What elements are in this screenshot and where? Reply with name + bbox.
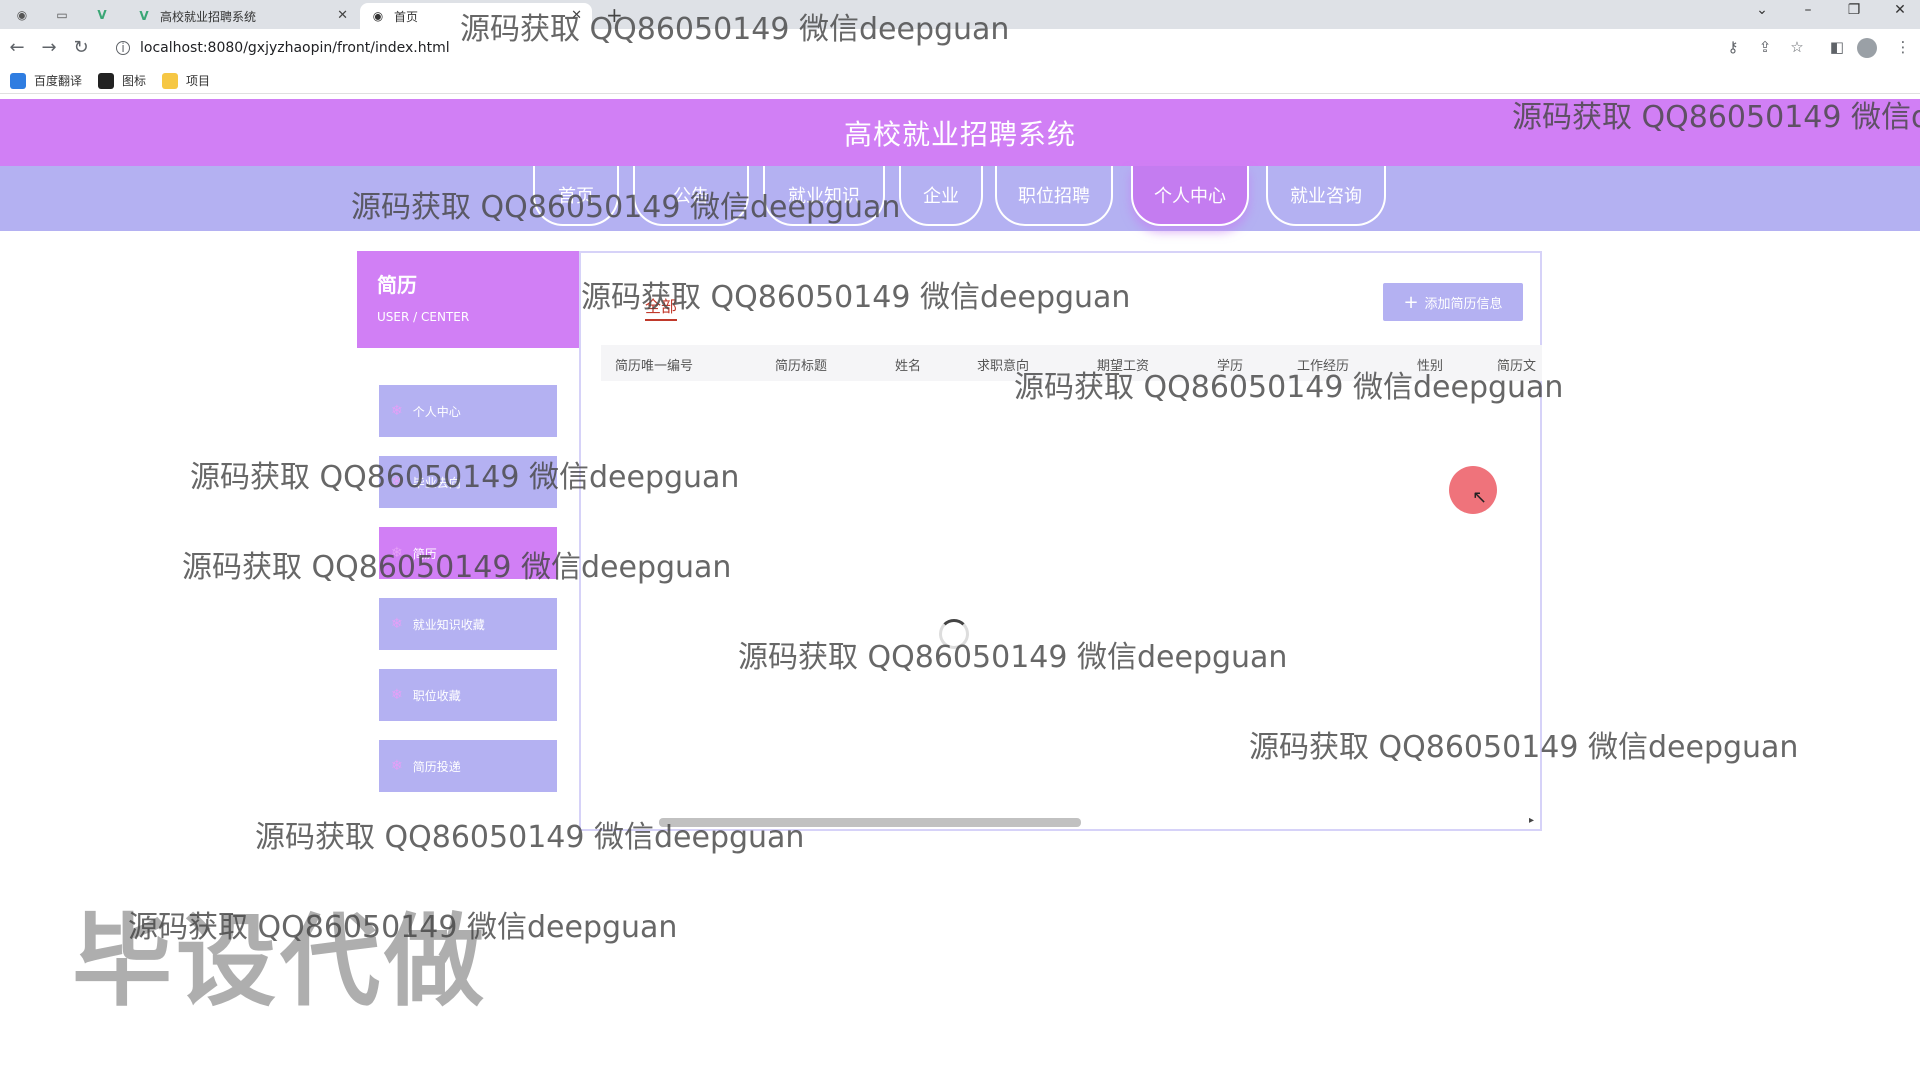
window-close-icon[interactable]: ✕ [1880,2,1920,18]
watermark: 源码获取 QQ86050149 微信deepguan [182,550,732,585]
add-resume-button[interactable]: + 添加简历信息 [1383,283,1523,321]
url-text: localhost:8080/gxjyzhaopin/front/index.h… [140,40,450,56]
watermark: 源码获取 QQ86050149 微信deepguan [738,640,1288,675]
main-nav: 首页 公告 就业知识 企业 职位招聘 个人中心 就业咨询 [0,166,1920,231]
bookmarks-bar: 百度翻译 图标 项目 [0,66,1920,94]
close-icon[interactable]: ✕ [337,8,348,23]
sidebar-item-label: 简历投递 [412,759,461,774]
sidebar-item-label: 就业知识收藏 [412,617,485,632]
watermark: 源码获取 QQ86050149 微信deepguan [255,820,805,855]
watermark: 源码获取 QQ86050149 微信deepguan [460,12,1010,47]
star-icon[interactable]: ☆ [1786,38,1808,56]
restore-icon[interactable]: ❐ [1834,2,1874,18]
sidebar-item-knowledge-favorites[interactable]: ❄ 就业知识收藏 [378,597,558,651]
chevron-down-icon[interactable]: ⌄ [1742,2,1782,18]
bookmark-baidu-translate[interactable]: 百度翻译 [10,72,82,89]
sidebar-item-label: 个人中心 [412,404,461,419]
snowflake-icon: ❄ [391,687,403,703]
snowflake-icon: ❄ [391,403,403,419]
minimize-icon[interactable]: – [1788,2,1828,18]
watermark: 源码获取 QQ86050149 微信deepguan [581,280,1131,315]
nav-job-recruitment[interactable]: 职位招聘 [995,166,1113,226]
sidebar-item-personal-center[interactable]: ❄ 个人中心 [378,384,558,438]
nav-company[interactable]: 企业 [899,166,983,226]
bookmark-label: 图标 [122,74,147,88]
tab-system[interactable]: V 高校就业招聘系统 ✕ [126,3,358,29]
key-icon[interactable]: ⚷ [1722,38,1744,56]
scroll-right-icon[interactable]: ▸ [1529,815,1534,826]
column-header: 姓名 [895,359,922,374]
blank-tab-icon[interactable]: ▭ [48,4,76,26]
forward-icon[interactable]: → [38,37,60,58]
globe-icon: ◉ [372,9,384,23]
bookmark-label: 项目 [186,74,211,88]
profile-avatar[interactable] [1857,38,1877,58]
watermark: 源码获取 QQ86050149 微信deepguan [1014,370,1564,405]
snowflake-icon: ❄ [391,758,403,774]
mouse-cursor-icon: ↖ [1472,487,1488,508]
sidebar-toggle-icon[interactable]: ◧ [1826,38,1848,56]
reload-icon[interactable]: ↻ [70,37,92,58]
sidebar-item-label: 职位收藏 [412,688,461,703]
sidebar-subtitle: USER / CENTER [377,310,470,324]
tab-label: 首页 [394,9,419,24]
plus-icon: + [1403,291,1419,313]
share-icon[interactable]: ⇪ [1754,38,1776,56]
sidebar-header: 简历 USER / CENTER [357,251,579,348]
info-icon[interactable]: i [116,41,130,55]
watermark: 源码获取 QQ86050149 微信deepguan [351,190,901,225]
add-resume-label: 添加简历信息 [1424,296,1503,312]
sidebar-item-resume-delivery[interactable]: ❄ 简历投递 [378,739,558,793]
globe-icon[interactable]: ◉ [8,4,36,26]
nav-personal-center[interactable]: 个人中心 [1131,166,1249,226]
watermark: 源码获取 QQ86050149 微信deepguan [128,910,678,945]
column-header: 简历标题 [775,359,828,374]
back-icon[interactable]: ← [6,37,28,58]
sidebar-item-job-favorites[interactable]: ❄ 职位收藏 [378,668,558,722]
translate-icon [10,72,26,89]
image-icon [98,72,114,89]
site-title: 高校就业招聘系统 [843,117,1076,151]
snowflake-icon: ❄ [391,616,403,632]
watermark: 源码获取 QQ86050149 微信d [1512,100,1920,135]
tab-label: 高校就业招聘系统 [160,9,257,24]
bookmark-icons[interactable]: 图标 [98,72,146,89]
bookmark-label: 百度翻译 [34,74,83,88]
column-header: 简历唯一编号 [615,359,694,374]
sidebar-title: 简历 [377,273,417,297]
watermark: 源码获取 QQ86050149 微信deepguan [1249,730,1799,765]
bookmark-project[interactable]: 项目 [162,72,210,89]
vue-icon[interactable]: V [88,4,116,26]
watermark: 源码获取 QQ86050149 微信deepguan [190,460,740,495]
folder-icon [162,72,178,89]
nav-employment-consulting[interactable]: 就业咨询 [1266,166,1386,226]
vue-icon: V [139,9,149,23]
menu-dots-icon[interactable]: ⋮ [1892,38,1914,56]
